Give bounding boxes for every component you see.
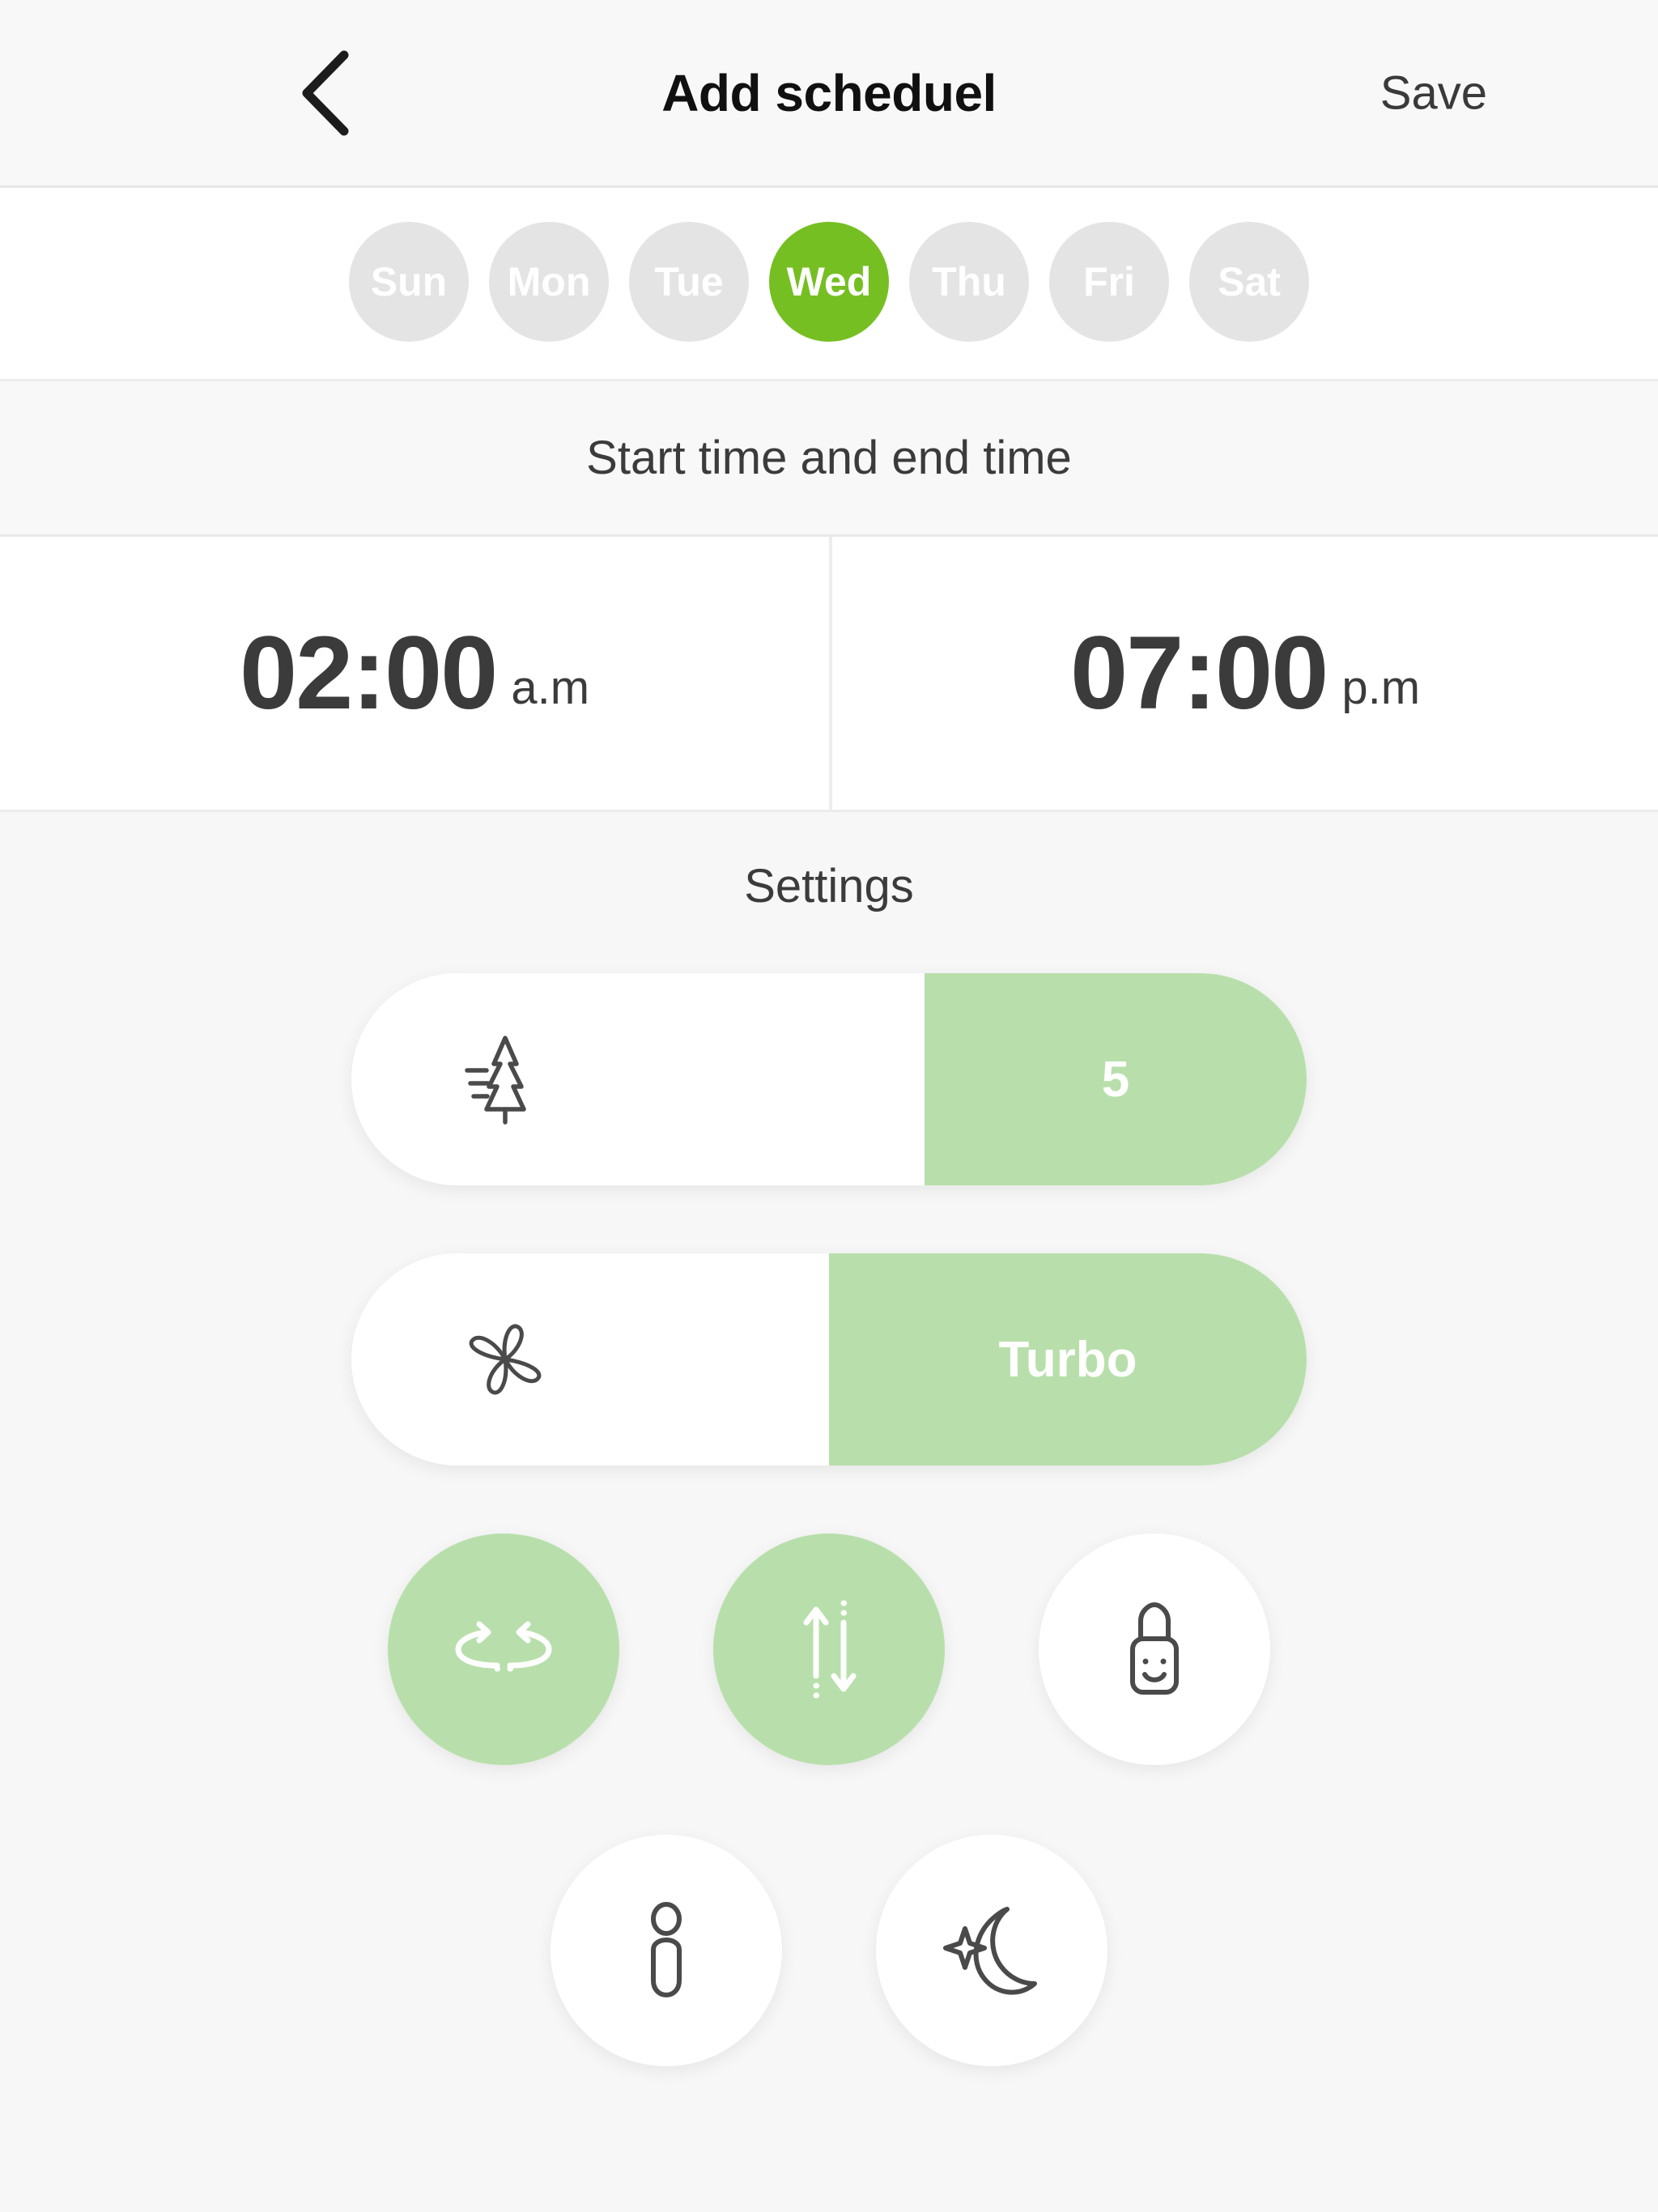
start-time-cell[interactable]: 02:00 a.m bbox=[0, 537, 829, 810]
day-pill-sun[interactable]: Sun bbox=[349, 222, 469, 342]
fan-speed-value: Turbo bbox=[998, 1331, 1137, 1388]
day-pill-fri[interactable]: Fri bbox=[1049, 222, 1169, 342]
temperature-slider-fill: 5 bbox=[925, 973, 1307, 1185]
day-pill-wed[interactable]: Wed bbox=[769, 222, 889, 342]
time-section-label: Start time and end time bbox=[586, 432, 1072, 484]
temperature-value: 5 bbox=[1101, 1051, 1130, 1108]
follow-me-person-icon bbox=[636, 1899, 697, 2001]
sleep-mode-button[interactable] bbox=[876, 1835, 1107, 2066]
end-time-cell[interactable]: 07:00 p.m bbox=[829, 537, 1658, 810]
settings-title: Settings bbox=[744, 860, 914, 912]
app-screen: Add scheduel Save Sun Mon Tue Wed Thu Fr… bbox=[0, 0, 1658, 2212]
start-time-value: 02:00 bbox=[239, 615, 498, 731]
day-pill-tue[interactable]: Tue bbox=[629, 222, 749, 342]
day-selector-section: Sun Mon Tue Wed Thu Fri Sat bbox=[0, 188, 1658, 381]
day-selector-row: Sun Mon Tue Wed Thu Fri Sat bbox=[0, 222, 1658, 342]
child-lock-icon bbox=[1113, 1600, 1196, 1699]
day-pill-mon[interactable]: Mon bbox=[489, 222, 609, 342]
vertical-swing-icon bbox=[789, 1598, 869, 1700]
end-time-value: 07:00 bbox=[1069, 615, 1329, 731]
vertical-swing-button[interactable] bbox=[713, 1534, 945, 1765]
save-button[interactable]: Save bbox=[1367, 57, 1500, 128]
fan-blades-icon bbox=[457, 1311, 554, 1408]
sleep-moon-icon bbox=[941, 1901, 1043, 2000]
end-time-meridiem: p.m bbox=[1341, 661, 1421, 714]
day-pill-sat[interactable]: Sat bbox=[1189, 222, 1309, 342]
app-header: Add scheduel Save bbox=[0, 0, 1658, 188]
child-lock-button[interactable] bbox=[1039, 1534, 1270, 1765]
horizontal-swing-icon bbox=[452, 1612, 555, 1687]
fan-speed-slider-fill: Turbo bbox=[829, 1253, 1307, 1465]
day-pill-thu[interactable]: Thu bbox=[909, 222, 1029, 342]
horizontal-swing-button[interactable] bbox=[388, 1534, 619, 1765]
pine-tree-icon bbox=[457, 1031, 554, 1128]
follow-me-button[interactable] bbox=[551, 1835, 782, 2066]
time-section-header: Start time and end time bbox=[0, 381, 1658, 537]
time-row: 02:00 a.m 07:00 p.m bbox=[0, 537, 1658, 812]
fan-speed-slider[interactable]: Turbo bbox=[351, 1253, 1307, 1465]
temperature-slider[interactable]: 5 bbox=[351, 973, 1307, 1185]
start-time-meridiem: a.m bbox=[511, 661, 590, 714]
toggle-row-secondary bbox=[0, 1835, 1658, 2066]
settings-section: Settings 5 Turbo bbox=[0, 812, 1658, 2212]
toggle-row-primary bbox=[0, 1534, 1658, 1765]
